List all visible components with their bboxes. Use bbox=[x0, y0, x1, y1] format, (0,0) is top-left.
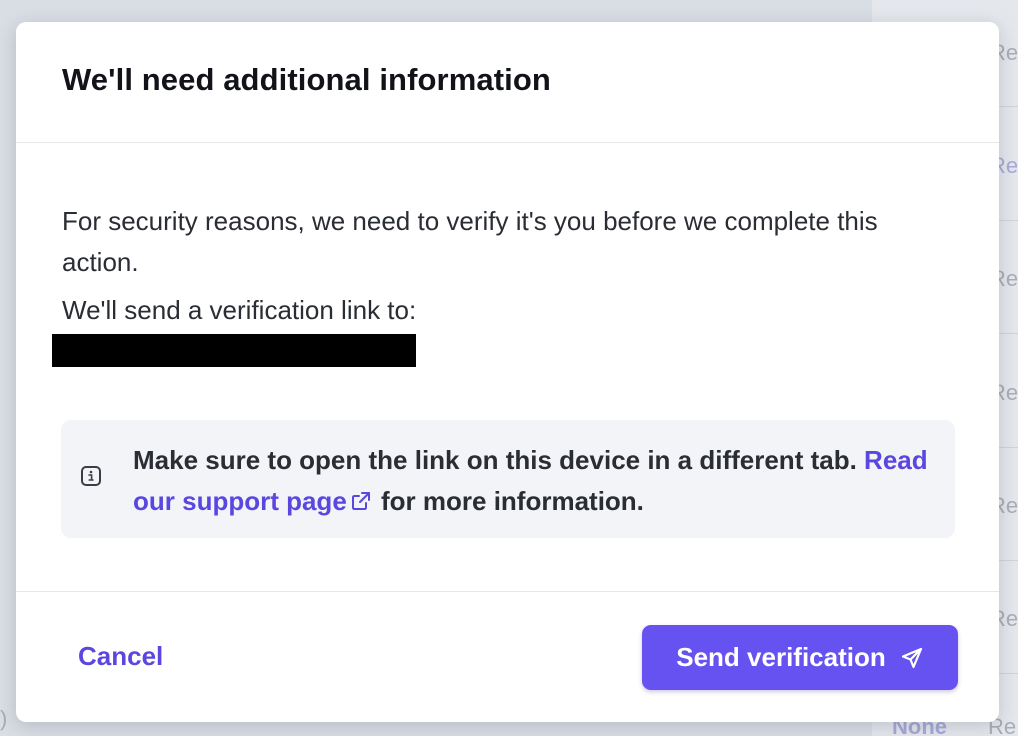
verification-dialog: We'll need additional information For se… bbox=[16, 22, 999, 722]
info-callout: Make sure to open the link on this devic… bbox=[61, 420, 955, 538]
send-verification-label: Send verification bbox=[676, 642, 886, 672]
send-icon bbox=[901, 647, 922, 668]
dialog-header: We'll need additional information bbox=[16, 22, 999, 143]
info-message: Make sure to open the link on this devic… bbox=[133, 440, 933, 523]
verification-target-label: We'll send a verification link to: bbox=[62, 295, 417, 325]
background-glyph: ) bbox=[0, 706, 8, 731]
external-link-icon bbox=[351, 482, 371, 523]
send-verification-button[interactable]: Send verification bbox=[642, 625, 958, 690]
cancel-button[interactable]: Cancel bbox=[64, 635, 179, 678]
redacted-email bbox=[52, 334, 416, 367]
info-icon bbox=[81, 466, 101, 486]
dialog-body: For security reasons, we need to verify … bbox=[16, 143, 999, 592]
info-text-after: for more information. bbox=[381, 486, 644, 516]
dialog-footer: Cancel Send verification bbox=[16, 592, 999, 722]
info-text-before: Make sure to open the link on this devic… bbox=[133, 445, 857, 475]
dialog-title: We'll need additional information bbox=[62, 62, 551, 97]
security-message: For security reasons, we need to verify … bbox=[62, 206, 878, 277]
